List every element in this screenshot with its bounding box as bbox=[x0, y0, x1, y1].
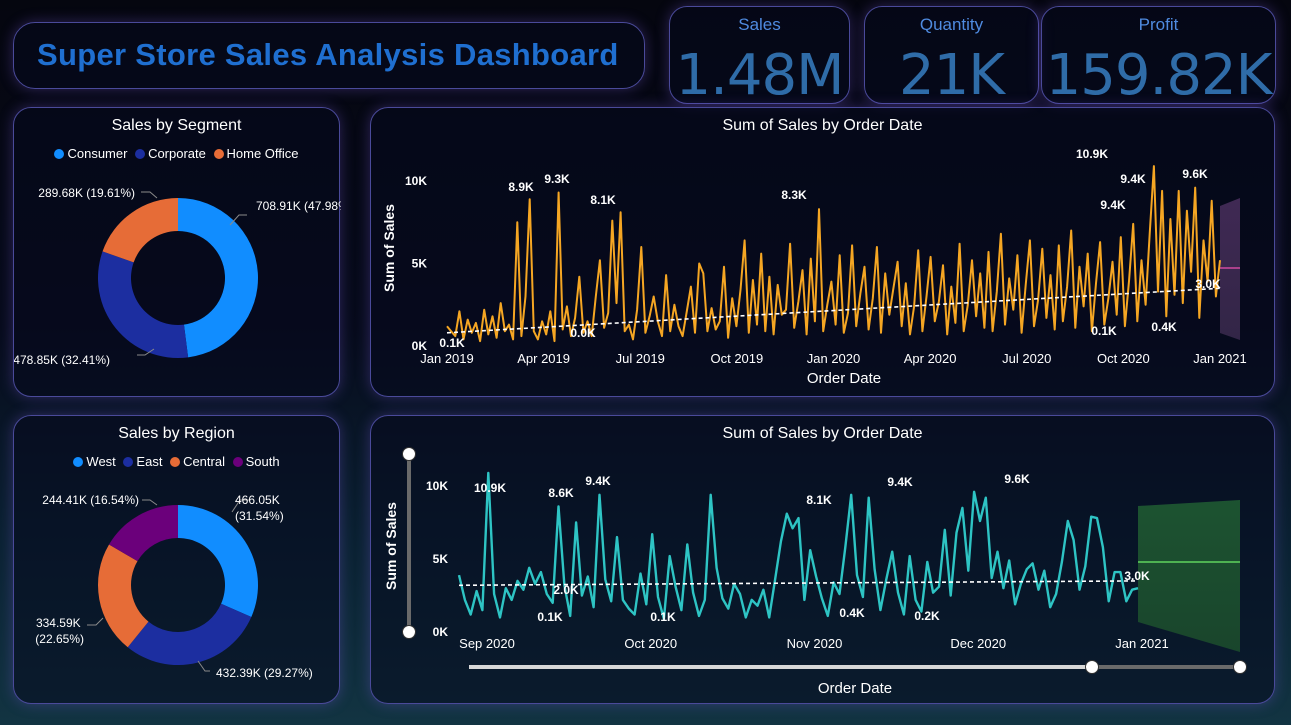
y-range-slider-bottom-handle[interactable] bbox=[402, 625, 416, 639]
data-label: 10.9K bbox=[1076, 147, 1108, 161]
x-axis-title: Order Date bbox=[807, 370, 881, 387]
data-label: 2.0K bbox=[553, 583, 579, 597]
x-tick-label: Apr 2019 bbox=[517, 351, 570, 366]
x-tick-label: Nov 2020 bbox=[787, 636, 843, 651]
data-label: 0.4K bbox=[839, 606, 865, 620]
kpi-card-sales[interactable]: Sales 1.48M bbox=[669, 6, 850, 108]
sales-line-chart-top[interactable]: 0K5K10K Jan 2019 Apr 2019 Jul 2019 Oct 2019… bbox=[371, 108, 1276, 398]
region-donut-chart[interactable]: 466.05K (31.54%) 432.39K (29.27%) 334.59… bbox=[14, 416, 341, 705]
data-label: 9.6K bbox=[1182, 167, 1208, 181]
data-label: 0.4K bbox=[1151, 320, 1177, 334]
data-label: 0.1K bbox=[537, 610, 563, 624]
x-tick-label: Jan 2019 bbox=[420, 351, 474, 366]
sales-by-date-panel[interactable]: Sum of Sales by Order Date 0K 5K 10K Jan 2… bbox=[370, 107, 1275, 397]
slice-label-central: 334.59K (22.65%) bbox=[35, 616, 84, 646]
x-tick-label: Oct 2019 bbox=[710, 351, 763, 366]
segment-donut-chart[interactable]: 708.91K (47.98%) 478.85K (32.41%) 289.68… bbox=[14, 108, 341, 398]
x-tick-label: Jan 2021 bbox=[1115, 636, 1169, 651]
slice-label-value: 334.59K bbox=[36, 616, 81, 630]
donut-slice-corporate[interactable] bbox=[97, 251, 189, 358]
data-label: 9.4K bbox=[1120, 172, 1146, 186]
data-label: 0.2K bbox=[914, 609, 940, 623]
donut-slice-home-office[interactable] bbox=[102, 198, 178, 263]
slice-label-west: 466.05K (31.54%) bbox=[235, 493, 284, 523]
y-tick-label: 5K bbox=[433, 552, 449, 566]
data-label: 0.0K bbox=[570, 326, 596, 340]
slice-label-pct: (22.65%) bbox=[35, 632, 84, 646]
y-tick-label: 0K bbox=[433, 625, 449, 639]
x-range-slider-right-handle[interactable] bbox=[1233, 660, 1247, 674]
data-label: 8.3K bbox=[781, 188, 807, 202]
donut-slice-east[interactable] bbox=[127, 603, 252, 665]
sales-line-chart-bottom[interactable]: 0K 5K 10K Sep 2020 Oct 2020 Nov 2020 Dec 2020… bbox=[371, 416, 1276, 705]
kpi-label: Profit bbox=[1138, 15, 1179, 34]
data-label: 8.1K bbox=[806, 493, 832, 507]
data-label: 9.6K bbox=[1004, 472, 1030, 486]
x-tick-label: Oct 2020 bbox=[624, 636, 677, 651]
data-label: 3.0K bbox=[1124, 569, 1150, 583]
data-label: 9.4K bbox=[887, 475, 913, 489]
segment-panel[interactable]: Sales by Segment Consumer Corporate Home… bbox=[13, 107, 341, 398]
forecast-band bbox=[1220, 198, 1240, 340]
slice-label-east: 432.39K (29.27%) bbox=[216, 666, 313, 680]
data-label: 8.6K bbox=[548, 486, 574, 500]
y-tick-label: 10K bbox=[426, 479, 448, 493]
y-axis-title: Sum of Sales bbox=[381, 204, 397, 292]
slice-label-home-office: 289.68K (19.61%) bbox=[38, 186, 135, 200]
slice-label-corporate: 478.85K (32.41%) bbox=[14, 353, 110, 367]
x-tick-label: Jul 2020 bbox=[1002, 351, 1051, 366]
data-label: 9.4K bbox=[585, 474, 611, 488]
kpi-value: 21K bbox=[899, 43, 1005, 108]
kpi-value: 1.48M bbox=[675, 43, 844, 108]
kpi-label: Sales bbox=[738, 15, 781, 34]
sales-by-date-zoom-panel[interactable]: Sum of Sales by Order Date 0K 5K 10K Sep 2… bbox=[370, 415, 1275, 704]
slice-label-value: 466.05K bbox=[235, 493, 280, 507]
data-label: 9.3K bbox=[544, 172, 570, 186]
x-tick-label: Jul 2019 bbox=[616, 351, 665, 366]
x-range-slider-left-handle[interactable] bbox=[1085, 660, 1099, 674]
data-label: 0.1K bbox=[1091, 324, 1117, 338]
kpi-label: Quantity bbox=[919, 15, 984, 34]
y-tick-label: 5K bbox=[412, 257, 428, 271]
dashboard-title: Super Store Sales Analysis Dashboard bbox=[37, 37, 619, 72]
data-label: 0.1K bbox=[439, 336, 465, 350]
slice-label-consumer: 708.91K (47.98%) bbox=[256, 199, 341, 213]
kpi-value: 159.82K bbox=[1045, 43, 1273, 108]
x-tick-label: Jan 2020 bbox=[807, 351, 861, 366]
slice-label-south: 244.41K (16.54%) bbox=[42, 493, 139, 507]
y-tick-label: 10K bbox=[405, 174, 427, 188]
x-tick-label: Jan 2021 bbox=[1193, 351, 1247, 366]
data-label: 8.1K bbox=[590, 193, 616, 207]
slice-label-pct: (31.54%) bbox=[235, 509, 284, 523]
forecast-band bbox=[1138, 500, 1240, 652]
y-axis-title: Sum of Sales bbox=[383, 502, 399, 590]
title-card: Super Store Sales Analysis Dashboard bbox=[13, 22, 645, 89]
data-label: 0.1K bbox=[650, 610, 676, 624]
x-tick-label: Oct 2020 bbox=[1097, 351, 1150, 366]
sales-series-line[interactable] bbox=[446, 165, 1221, 343]
x-tick-label: Sep 2020 bbox=[459, 636, 515, 651]
y-range-slider-top-handle[interactable] bbox=[402, 447, 416, 461]
x-axis-title: Order Date bbox=[818, 680, 892, 697]
kpi-card-quantity[interactable]: Quantity 21K bbox=[864, 6, 1039, 108]
region-panel[interactable]: Sales by Region West East Central South … bbox=[13, 415, 340, 704]
data-label: 8.9K bbox=[508, 180, 534, 194]
donut-slice-consumer[interactable] bbox=[178, 198, 258, 358]
x-tick-label: Apr 2020 bbox=[904, 351, 957, 366]
data-label: 3.0K bbox=[1195, 277, 1221, 291]
kpi-card-profit[interactable]: Profit 159.82K bbox=[1041, 6, 1276, 108]
data-label: 9.4K bbox=[1100, 198, 1126, 212]
x-tick-label: Dec 2020 bbox=[950, 636, 1006, 651]
data-label: 10.9K bbox=[474, 481, 506, 495]
